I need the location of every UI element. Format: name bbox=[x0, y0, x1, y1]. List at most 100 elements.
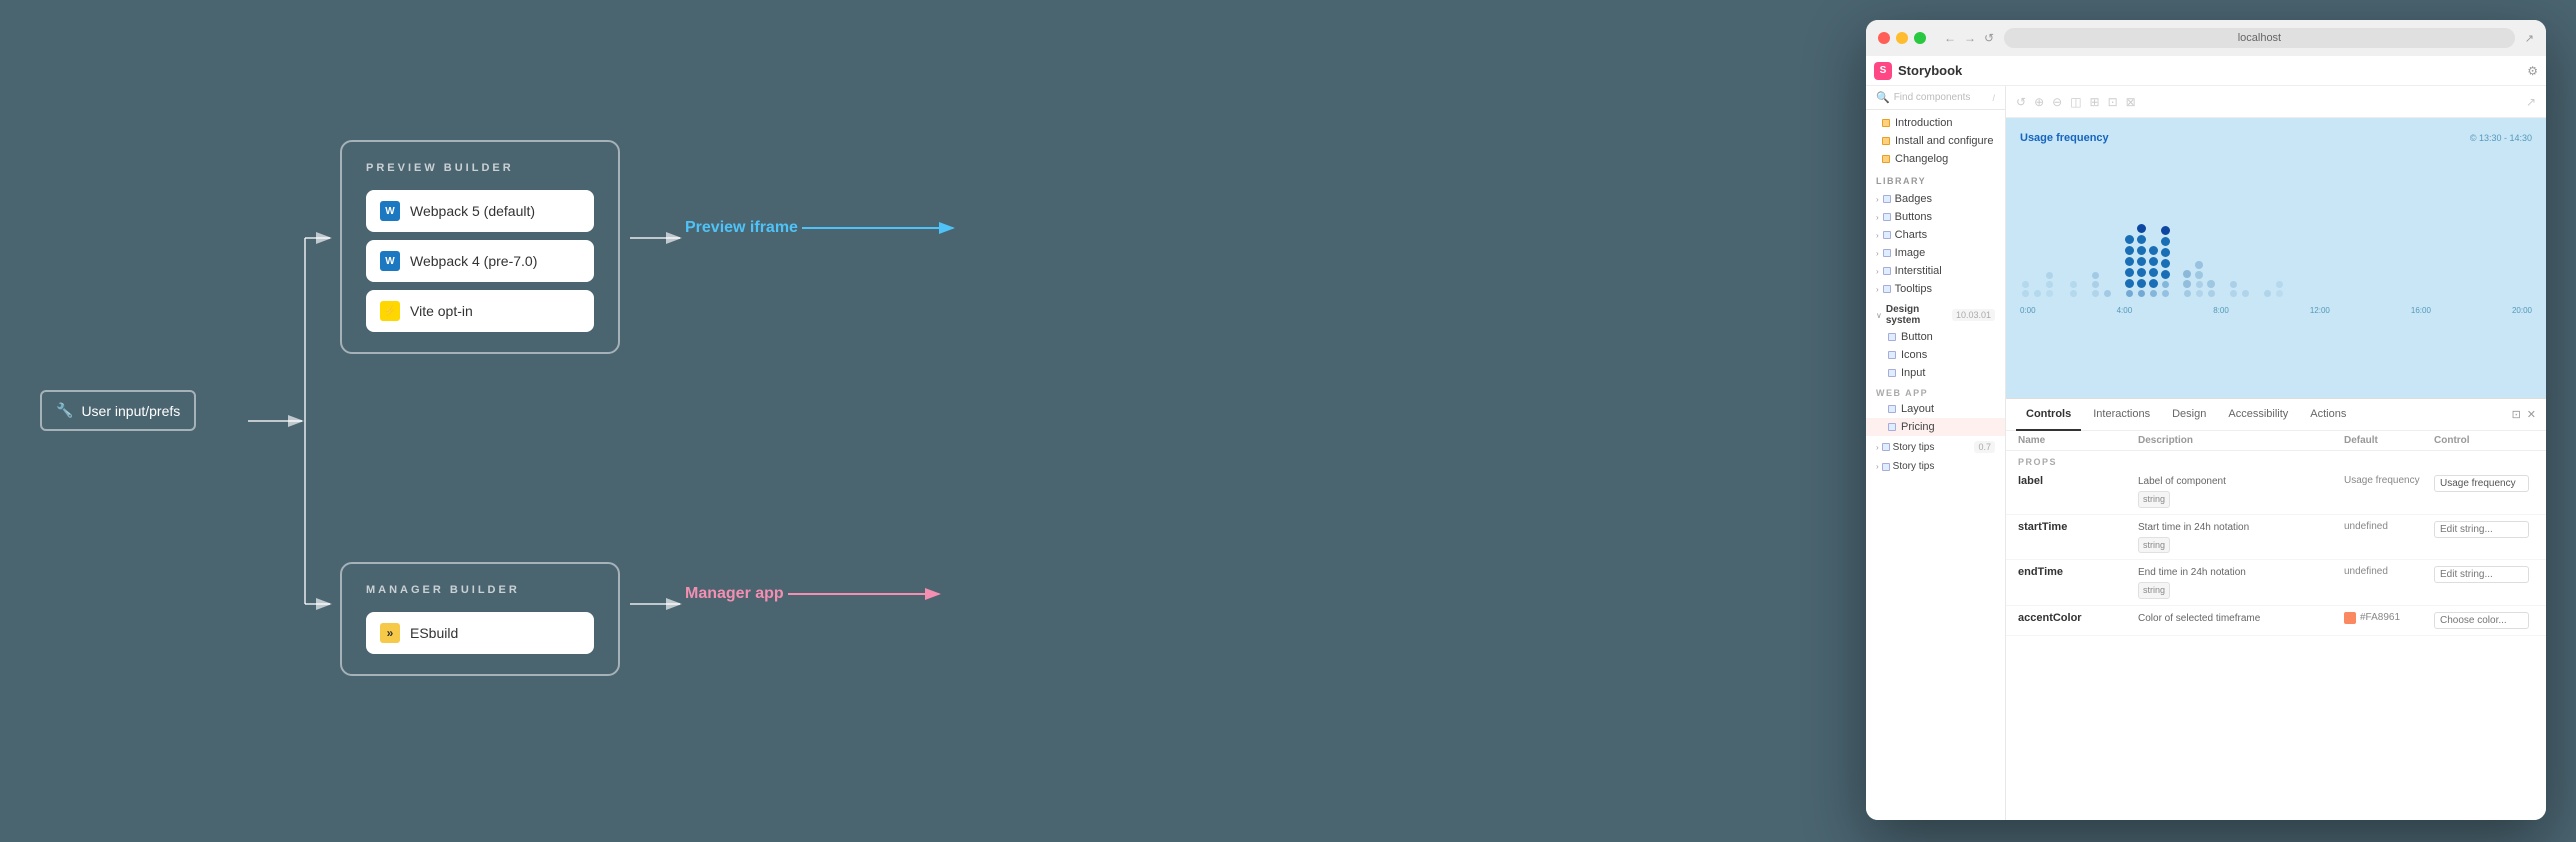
dot-accent bbox=[2149, 246, 2158, 255]
nav-image[interactable]: › Image bbox=[1866, 244, 2005, 262]
refresh-icon[interactable]: ↺ bbox=[1984, 31, 1994, 45]
back-icon[interactable]: ← bbox=[1944, 31, 1956, 45]
story-tips-1-icon bbox=[1882, 443, 1890, 451]
nav-changelog-label: Changelog bbox=[1895, 153, 1948, 165]
row-starttime-control[interactable] bbox=[2434, 521, 2534, 538]
url-bar[interactable]: localhost bbox=[2004, 28, 2515, 48]
dot-col-6 bbox=[2090, 272, 2100, 297]
row-endtime-type: string bbox=[2138, 582, 2170, 599]
dot-accent bbox=[2161, 248, 2170, 257]
toolbar-icon-6[interactable]: ⊡ bbox=[2108, 95, 2118, 109]
webpack5-option[interactable]: W Webpack 5 (default) bbox=[366, 190, 594, 232]
esbuild-label: ESbuild bbox=[410, 625, 458, 641]
row-endtime-control[interactable] bbox=[2434, 566, 2534, 583]
search-icon: 🔍 bbox=[1876, 91, 1890, 104]
row-starttime-type: string bbox=[2138, 537, 2170, 554]
tab-design-label: Design bbox=[2172, 408, 2206, 420]
toolbar-icon-1[interactable]: ↺ bbox=[2016, 95, 2026, 109]
forward-icon[interactable]: → bbox=[1964, 31, 1976, 45]
row-accentcolor-default: #FA8961 bbox=[2344, 612, 2434, 624]
sb-nav: Introduction Install and configure Chang… bbox=[1866, 110, 2005, 820]
story-tips-1[interactable]: › Story tips 0.7 bbox=[1866, 436, 2005, 458]
dot-accent bbox=[2125, 279, 2134, 288]
tab-design[interactable]: Design bbox=[2162, 399, 2216, 431]
toolbar-icon-7[interactable]: ⊠ bbox=[2126, 95, 2136, 109]
tab-interactions[interactable]: Interactions bbox=[2083, 399, 2160, 431]
dot-col-post-3 bbox=[2206, 280, 2216, 297]
color-swatch: #FA8961 bbox=[2344, 612, 2434, 624]
dot-col-dense-1 bbox=[2124, 235, 2134, 297]
x-label-2: 8:00 bbox=[2213, 306, 2229, 315]
row-label-control[interactable] bbox=[2434, 475, 2534, 492]
preview-iframe-area: Preview iframe bbox=[685, 218, 958, 238]
nav-icons-ds[interactable]: Icons bbox=[1866, 346, 2005, 364]
toolbar-icon-4[interactable]: ◫ bbox=[2070, 95, 2081, 109]
preview-arrow-svg bbox=[798, 218, 958, 238]
nav-pricing[interactable]: Pricing bbox=[1866, 418, 2005, 436]
endtime-input[interactable] bbox=[2434, 566, 2529, 583]
new-tab-icon[interactable]: ↗ bbox=[2525, 32, 2534, 45]
color-preview bbox=[2344, 612, 2356, 624]
label-input[interactable] bbox=[2434, 475, 2529, 492]
webpack4-option[interactable]: W Webpack 4 (pre-7.0) bbox=[366, 240, 594, 282]
col-description: Description bbox=[2138, 435, 2344, 446]
preview-inner: Usage frequency © 13:30 - 14:30 bbox=[2006, 118, 2546, 398]
nav-layout[interactable]: Layout bbox=[1866, 400, 2005, 418]
manager-app-label: Manager app bbox=[685, 585, 784, 603]
dot-col-dense-3 bbox=[2148, 246, 2158, 297]
nav-input-ds[interactable]: Input bbox=[1866, 364, 2005, 382]
panel-action-icons: ⊡ ✕ bbox=[2512, 408, 2536, 421]
gear-icon[interactable]: ⚙ bbox=[2527, 64, 2538, 78]
dot-col-2 bbox=[2032, 290, 2042, 297]
nav-ds-input-label: Input bbox=[1901, 367, 1925, 379]
dot-highlight bbox=[2137, 224, 2146, 233]
dot bbox=[2126, 290, 2133, 297]
nav-button-ds[interactable]: Button bbox=[1866, 328, 2005, 346]
esbuild-option[interactable]: » ESbuild bbox=[366, 612, 594, 654]
story-tips-1-label: Story tips bbox=[1893, 442, 1935, 453]
search-bar[interactable]: 🔍 Find components / bbox=[1866, 86, 2005, 110]
dot-accent bbox=[2149, 257, 2158, 266]
preview-builder-title: PREVIEW BUILDER bbox=[366, 162, 594, 174]
design-system-header[interactable]: ∨ Design system 10.03.01 bbox=[1866, 298, 2005, 328]
tab-actions[interactable]: Actions bbox=[2300, 399, 2356, 431]
nav-interstitial[interactable]: › Interstitial bbox=[1866, 262, 2005, 280]
row-accentcolor-name: accentColor bbox=[2018, 612, 2138, 624]
starttime-input[interactable] bbox=[2434, 521, 2529, 538]
maximize-button[interactable] bbox=[1914, 32, 1926, 44]
expand-panel-icon[interactable]: ⊡ bbox=[2512, 408, 2521, 421]
nav-charts-label: Charts bbox=[1895, 229, 1927, 241]
close-button[interactable] bbox=[1878, 32, 1890, 44]
toolbar-icon-5[interactable]: ⊞ bbox=[2090, 95, 2100, 109]
toolbar-expand-icon[interactable]: ↗ bbox=[2526, 95, 2536, 109]
nav-tooltips[interactable]: › Tooltips bbox=[1866, 280, 2005, 298]
close-panel-icon[interactable]: ✕ bbox=[2527, 408, 2536, 421]
x-label-4: 16:00 bbox=[2411, 306, 2431, 315]
row-label-desc: Label of component string bbox=[2138, 475, 2344, 508]
tab-controls[interactable]: Controls bbox=[2016, 399, 2081, 431]
nav-install-configure[interactable]: Install and configure bbox=[1866, 132, 2005, 150]
vite-option[interactable]: ⚡ Vite opt-in bbox=[366, 290, 594, 332]
row-accentcolor-control[interactable] bbox=[2434, 612, 2534, 629]
chart-title-text: Usage frequency bbox=[2020, 132, 2109, 144]
tab-accessibility[interactable]: Accessibility bbox=[2218, 399, 2298, 431]
toolbar-icon-3[interactable]: ⊖ bbox=[2052, 95, 2062, 109]
minimize-button[interactable] bbox=[1896, 32, 1908, 44]
nav-introduction[interactable]: Introduction bbox=[1866, 114, 2005, 132]
toolbar-icon-2[interactable]: ⊕ bbox=[2034, 95, 2044, 109]
story-tips-2[interactable]: › Story tips bbox=[1866, 458, 2005, 475]
nav-charts[interactable]: › Charts bbox=[1866, 226, 2005, 244]
ds-icons-icon bbox=[1888, 351, 1896, 359]
tab-controls-label: Controls bbox=[2026, 408, 2071, 420]
story-tips-2-chevron: › bbox=[1876, 462, 1879, 471]
preview-builder-box: PREVIEW BUILDER W Webpack 5 (default) W … bbox=[340, 140, 620, 354]
nav-changelog[interactable]: Changelog bbox=[1866, 150, 2005, 168]
nav-badges[interactable]: › Badges bbox=[1866, 190, 2005, 208]
nav-buttons[interactable]: › Buttons bbox=[1866, 208, 2005, 226]
preview-iframe-label: Preview iframe bbox=[685, 219, 798, 237]
badges-chevron: › bbox=[1876, 195, 1879, 204]
row-endtime-default: undefined bbox=[2344, 566, 2434, 577]
accentcolor-input[interactable] bbox=[2434, 612, 2529, 629]
row-label-name: label bbox=[2018, 475, 2138, 487]
sb-app-bar: S Storybook ⚙ bbox=[1866, 56, 2546, 86]
